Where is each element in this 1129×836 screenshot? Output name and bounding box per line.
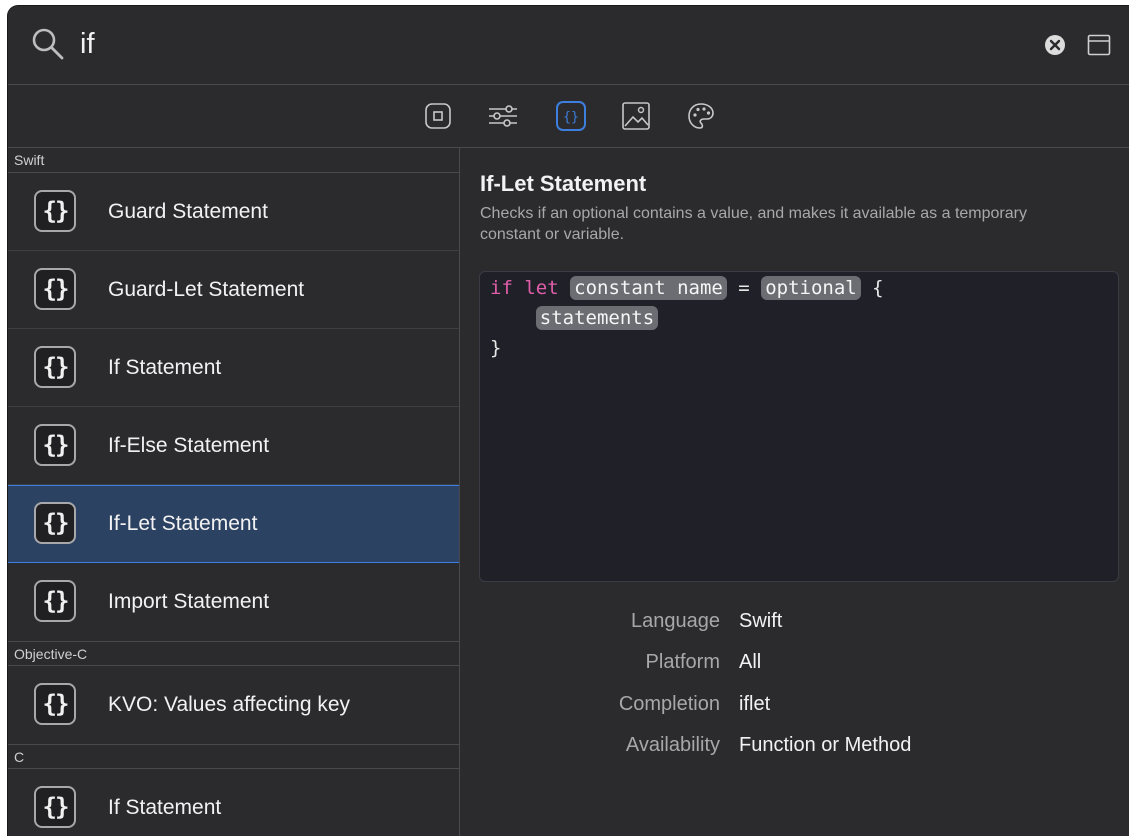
code-preview: if let constant name = optional { statem… (479, 271, 1119, 582)
list-item[interactable]: {} If-Else Statement (8, 407, 459, 485)
code-brace: } (490, 337, 502, 359)
list-item-selected[interactable]: {} If-Let Statement (8, 485, 459, 563)
search-icon (32, 28, 64, 60)
code-keyword: if (490, 277, 513, 299)
code-block-icon: {} (34, 580, 76, 622)
code-block-icon: {} (34, 345, 76, 388)
list-item[interactable]: {} Import Statement (8, 563, 459, 641)
tab-media[interactable] (619, 99, 653, 133)
meta-availability: Availability Function or Method (460, 734, 1060, 758)
library-window: {} Swift {} Guard Statement (8, 6, 1129, 836)
list-item-label: Guard-Let Statement (108, 277, 305, 301)
code-block-icon: {} (34, 267, 76, 310)
snippet-list[interactable]: Swift {} Guard Statement {} Guard-Let St… (8, 148, 460, 836)
snippet-detail: If-Let Statement Checks if an optional c… (460, 148, 1129, 836)
code-block-icon: {} (34, 502, 76, 544)
code-operator: = (738, 277, 750, 299)
section-header-c: C (8, 744, 459, 769)
media-icon (622, 102, 650, 130)
list-item-label: Import Statement (108, 590, 270, 613)
views-icon (425, 103, 451, 129)
modifiers-icon (489, 105, 517, 127)
meta-value: Swift (739, 610, 783, 632)
tab-colors[interactable] (684, 99, 718, 133)
svg-text:{}: {} (563, 110, 579, 125)
detail-description: Checks if an optional contains a value, … (480, 205, 1027, 243)
meta-key: Platform (645, 651, 720, 673)
detail-title: If-Let Statement (480, 171, 647, 196)
tab-modifiers[interactable] (486, 99, 520, 133)
code-brace: { (872, 277, 884, 299)
list-item[interactable]: {} If Statement (8, 329, 459, 407)
list-item-label: KVO: Values affecting key (108, 693, 351, 716)
list-item-label: If Statement (108, 355, 222, 379)
snippets-icon: {} (556, 101, 586, 131)
meta-value: Function or Method (739, 734, 912, 756)
meta-key: Completion (618, 693, 720, 715)
code-placeholder: constant name (570, 276, 727, 300)
meta-completion: Completion iflet (460, 693, 1060, 717)
code-block-icon: {} (34, 786, 76, 828)
tab-views[interactable] (421, 99, 455, 133)
code-line-2: statements (490, 304, 659, 332)
meta-key: Language (631, 610, 720, 632)
code-block-icon: {} (34, 423, 76, 466)
meta-language: Language Swift (460, 610, 1060, 634)
list-item[interactable]: {} KVO: Values affecting key (8, 666, 459, 744)
tab-snippets[interactable]: {} (554, 99, 588, 133)
toggle-details-panel-icon[interactable] (1087, 33, 1111, 57)
code-line-3: } (490, 334, 501, 362)
code-placeholder: optional (761, 276, 861, 300)
list-item[interactable]: {} Guard-Let Statement (8, 251, 459, 329)
list-item-label: Guard Statement (108, 199, 268, 223)
library-tabs: {} (8, 85, 1129, 148)
clear-search-icon[interactable] (1044, 34, 1066, 56)
meta-value: All (739, 651, 762, 673)
code-line-1: if let constant name = optional { (490, 274, 884, 302)
meta-key: Availability (625, 734, 720, 756)
search-input[interactable] (80, 24, 980, 64)
code-block-icon: {} (34, 189, 76, 232)
list-item[interactable]: {} Guard Statement (8, 173, 459, 251)
meta-platform: Platform All (460, 651, 1060, 675)
color-palette-icon (688, 103, 714, 129)
list-item-label: If-Else Statement (108, 433, 270, 457)
code-keyword: let (524, 277, 559, 299)
code-block-icon: {} (34, 683, 76, 725)
code-placeholder: statements (535, 306, 659, 330)
list-item-label: If Statement (108, 796, 222, 819)
section-header-objective-c: Objective-C (8, 641, 459, 666)
search-bar (8, 6, 1129, 85)
meta-value: iflet (739, 693, 771, 715)
list-item-label: If-Let Statement (108, 512, 258, 535)
list-item[interactable]: {} If Statement (8, 769, 459, 836)
section-header-swift: Swift (8, 148, 459, 173)
